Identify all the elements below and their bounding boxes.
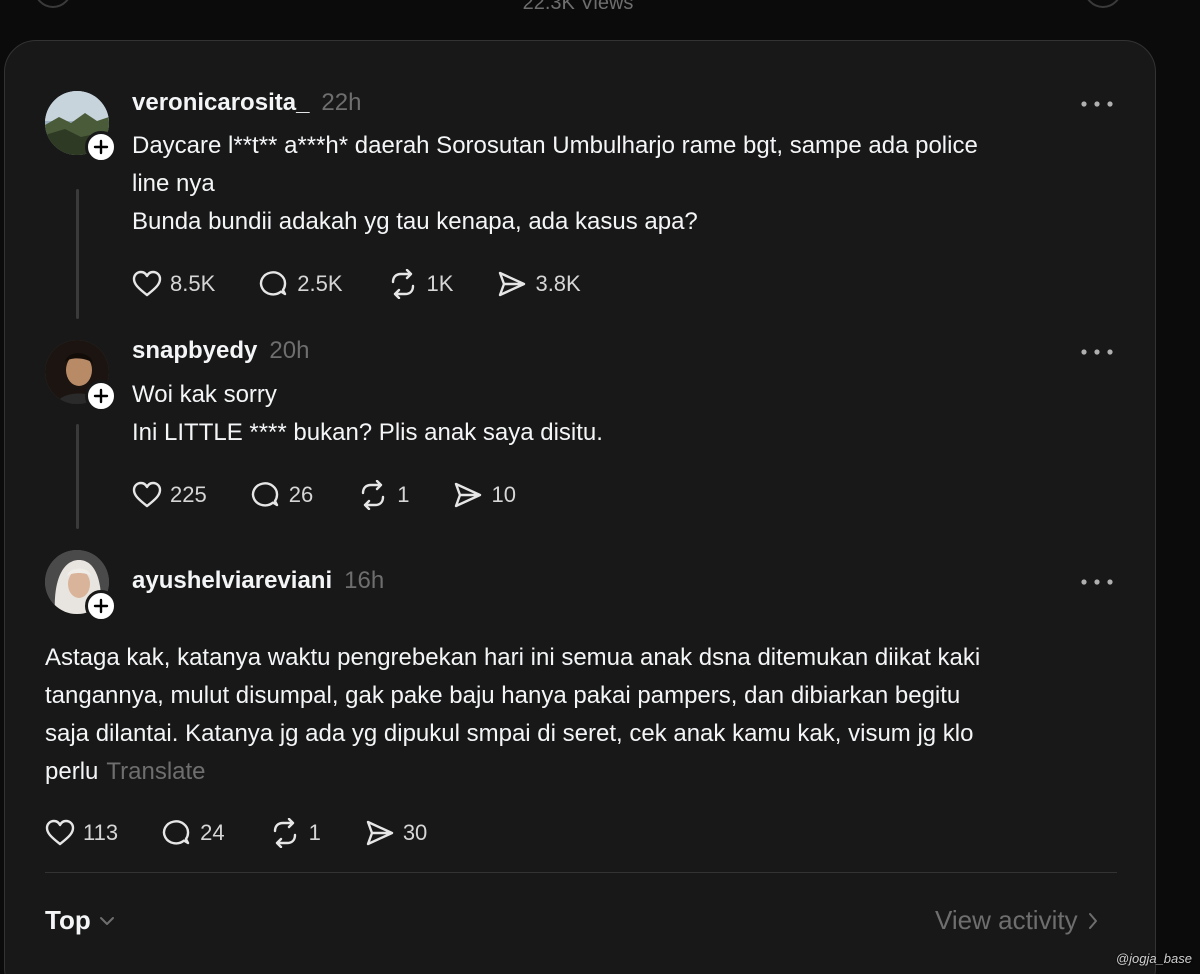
post-header: veronicarosita_ 22h [132, 89, 361, 117]
reply-count: 24 [200, 820, 225, 845]
avatar-snapbyedy[interactable] [45, 340, 117, 412]
post-header: snapbyedy 20h [132, 337, 309, 365]
repost-icon [362, 480, 385, 510]
follow-plus-icon[interactable] [85, 590, 117, 622]
avatar-veronicarosita[interactable] [45, 91, 117, 163]
thread-line [76, 189, 79, 319]
like-button[interactable]: 8.5K [132, 270, 215, 298]
repost-count: 1 [397, 482, 410, 507]
reply-count: 26 [288, 482, 314, 507]
post-text-line: tangannya, mulut disumpal, gak pake baju… [45, 682, 961, 709]
share-icon [366, 820, 394, 846]
heart-icon [132, 270, 162, 297]
share-icon [499, 271, 526, 297]
like-button[interactable]: 113 [45, 819, 118, 847]
footer-divider [45, 872, 1117, 873]
username[interactable]: veronicarosita_ [132, 89, 309, 117]
post-text-line: Bunda bundii adakah yg tau kenapa, ada k… [132, 208, 698, 235]
share-icon [455, 482, 482, 508]
chevron-down-icon [99, 916, 114, 925]
repost-count: 1 [308, 820, 321, 845]
share-button[interactable]: 10 [453, 481, 516, 509]
action-bar: 8.5K 2.5K 1K 3.8K [132, 269, 625, 299]
repost-count: 1K [426, 271, 454, 296]
timestamp: 20h [269, 337, 310, 364]
view-activity-link[interactable]: View activity [935, 905, 1098, 936]
share-count: 10 [491, 482, 516, 507]
comment-icon [251, 482, 278, 507]
more-options-icon[interactable] [1077, 342, 1117, 362]
action-bar: 113 24 1 30 [45, 818, 471, 848]
like-count: 113 [83, 820, 119, 845]
thread-line [76, 424, 79, 529]
post-text-line-end: perlu [45, 758, 99, 785]
post-header: ayushelviareviani 16h [132, 567, 384, 595]
repost-button[interactable]: 1K [387, 269, 454, 299]
share-count: 3.8K [535, 271, 581, 296]
view-activity-label: View activity [935, 905, 1078, 935]
share-count: 30 [402, 820, 428, 845]
watermark: @jogja_base [1115, 951, 1192, 966]
heart-icon [132, 481, 162, 508]
post-text: Astaga kak, katanya waktu pengrebekan ha… [45, 639, 980, 791]
post-text-line: Astaga kak, katanya waktu pengrebekan ha… [45, 644, 981, 671]
post-text-line: line nya [132, 170, 215, 197]
repost-button[interactable]: 1 [357, 480, 409, 510]
like-button[interactable]: 225 [132, 481, 207, 509]
top-strip: 22.3K Views [0, 0, 1200, 40]
more-options-icon[interactable] [1077, 572, 1117, 592]
repost-icon [273, 818, 296, 848]
comment-icon [260, 271, 287, 296]
post-text-line: Woi kak sorry [132, 381, 277, 408]
translate-link[interactable]: Translate [106, 758, 205, 785]
chevron-right-icon [1088, 912, 1097, 929]
avatar-ayushelviareviani[interactable] [45, 550, 117, 622]
share-button[interactable]: 3.8K [497, 270, 581, 298]
repost-icon [391, 269, 414, 299]
username[interactable]: snapbyedy [132, 337, 257, 365]
more-options-icon[interactable] [1077, 94, 1117, 114]
like-count: 225 [170, 482, 207, 507]
repost-button[interactable]: 1 [269, 818, 321, 848]
post-text: Woi kak sorry Ini LITTLE **** bukan? Pli… [132, 376, 603, 452]
post-text: Daycare l**t** a***h* daerah Sorosutan U… [132, 127, 978, 241]
post-text-line: perlu Translate [45, 753, 980, 791]
sort-label: Top [45, 905, 91, 935]
reply-button[interactable]: 24 [162, 818, 225, 848]
heart-icon [45, 819, 75, 846]
reply-button[interactable]: 2.5K [259, 269, 343, 299]
reply-button[interactable]: 26 [251, 480, 313, 510]
post-text-line: saja dilantai. Katanya jg ada yg dipukul… [45, 720, 974, 747]
post-text-line: Daycare l**t** a***h* daerah Sorosutan U… [132, 132, 978, 159]
timestamp: 22h [321, 89, 362, 116]
thread-card: veronicarosita_ 22h Daycare l**t** a***h… [4, 40, 1156, 974]
follow-plus-icon[interactable] [85, 131, 117, 163]
like-count: 8.5K [170, 271, 216, 296]
reply-count: 2.5K [297, 271, 343, 296]
views-count: 22.3K Views [522, 0, 634, 14]
timestamp: 16h [344, 567, 385, 594]
post-text-line: Ini LITTLE **** bukan? Plis anak saya di… [132, 419, 603, 446]
sort-dropdown[interactable]: Top [45, 905, 115, 936]
follow-plus-icon[interactable] [85, 380, 117, 412]
action-bar: 225 26 1 10 [132, 480, 560, 510]
comment-icon [162, 820, 190, 845]
share-button[interactable]: 30 [365, 819, 427, 847]
username[interactable]: ayushelviareviani [132, 567, 332, 595]
